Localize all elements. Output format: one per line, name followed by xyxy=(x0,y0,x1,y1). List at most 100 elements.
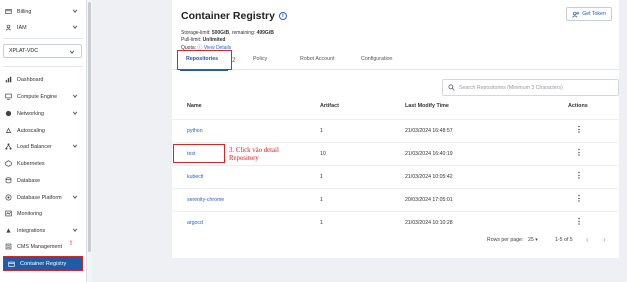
artifact-count: 1 xyxy=(320,220,323,226)
last-modify-time: 21/03/2024 16:48:57 xyxy=(405,128,453,134)
divider xyxy=(3,66,83,67)
chart-icon xyxy=(4,76,12,84)
database-platform-icon xyxy=(4,194,12,202)
database-icon xyxy=(4,177,12,185)
sidebar-item-label: Networking xyxy=(17,110,44,117)
autoscaling-icon xyxy=(4,127,12,135)
search-icon xyxy=(448,84,455,91)
sidebar-item-label: Kubernetes xyxy=(17,160,45,167)
project-select-value: XPLAT-VDC xyxy=(9,48,39,54)
get-token-button[interactable]: Get Token xyxy=(566,7,612,21)
get-token-label: Get Token xyxy=(582,11,606,17)
sidebar-item-label: Autoscaling xyxy=(17,127,45,134)
artifact-count: 1 xyxy=(320,197,323,203)
sidebar-item-kubernetes[interactable]: Kubernetes xyxy=(4,157,84,170)
main-panel: Container Registry i Storage-limit: 500G… xyxy=(172,0,619,258)
more-actions-icon[interactable]: ⋮ xyxy=(575,195,583,203)
remaining-label: , remaining: xyxy=(229,30,256,36)
pull-limit-label: Pull-limit: xyxy=(181,37,202,43)
sidebar-item-label: Integrations xyxy=(17,227,46,234)
repository-name-link[interactable]: argocd xyxy=(187,220,203,226)
more-actions-icon[interactable]: ⋮ xyxy=(575,126,583,134)
more-actions-icon[interactable]: ⋮ xyxy=(575,218,583,226)
storage-limit-text: Storage-limit: 500GiB, remaining: 499GiB xyxy=(181,30,274,36)
container-icon xyxy=(8,260,15,267)
repository-name-link[interactable]: serenity-chrome xyxy=(187,197,224,203)
rows-per-page-select[interactable]: 25 ▾ xyxy=(528,237,538,243)
sidebar-item-integrations[interactable]: Integrations xyxy=(4,224,84,237)
last-modify-time: 21/03/2024 10:05:42 xyxy=(405,174,453,180)
column-header-actions: Actions xyxy=(568,103,588,109)
app-window: Billing IAM XPLAT-VDC Dashboard Compute … xyxy=(0,0,627,282)
more-actions-icon[interactable]: ⋮ xyxy=(575,172,583,180)
repository-name-link[interactable]: kubectl xyxy=(187,174,203,180)
pull-limit-text: Pull-limit: Unlimited xyxy=(181,37,225,43)
repository-name-link[interactable]: python xyxy=(187,128,203,134)
table-row: python 1 21/03/2024 16:48:57 ⋮ xyxy=(172,119,619,142)
tab-configuration[interactable]: Configuration xyxy=(361,56,393,62)
last-modify-time: 20/03/2024 17:05:01 xyxy=(405,197,453,203)
annotation-step-3-line2: Repository xyxy=(229,154,259,162)
sidebar-item-load-balancer[interactable]: Load Balancer xyxy=(4,140,84,153)
annotation-step-3-line1: 3. Click vào detail xyxy=(229,147,279,154)
sidebar-item-iam[interactable]: IAM xyxy=(4,21,84,34)
page-title-text: Container Registry xyxy=(181,10,275,22)
monitoring-icon xyxy=(4,210,12,218)
sidebar-item-label: Monitoring xyxy=(17,210,43,217)
load-balancer-icon xyxy=(4,143,12,151)
sidebar-item-database[interactable]: Database xyxy=(4,174,84,187)
table-row: argocd 1 21/03/2024 10:10:28 ⋮ xyxy=(172,211,619,234)
last-modify-time: 21/03/2024 10:10:28 xyxy=(405,220,453,226)
chevron-down-icon xyxy=(72,25,78,29)
tab-robot-account[interactable]: Robot Account xyxy=(300,56,334,62)
sidebar-item-networking[interactable]: Networking xyxy=(4,107,84,120)
sidebar-item-label: Load Balancer xyxy=(17,143,52,150)
column-header-last-modify-time: Last Modify Time xyxy=(405,103,449,109)
sidebar-item-dashboard[interactable]: Dashboard xyxy=(4,73,84,86)
sidebar-item-label: IAM xyxy=(17,24,27,31)
chevron-down-icon xyxy=(72,9,78,13)
prev-page-icon[interactable]: ‹ xyxy=(586,235,589,244)
column-header-name: Name xyxy=(187,103,202,109)
sidebar-item-monitoring[interactable]: Monitoring xyxy=(4,207,84,220)
remaining-value: 499GiB xyxy=(256,30,274,36)
search-placeholder: Search Repositories (Minimum 3 Character… xyxy=(459,84,563,91)
chevron-down-icon xyxy=(72,195,78,199)
storage-limit-label: Storage-limit: xyxy=(181,30,211,36)
sidebar-item-container-registry[interactable]: Container Registry xyxy=(3,256,83,271)
chevron-down-icon xyxy=(69,50,75,54)
chevron-down-icon xyxy=(72,94,78,98)
artifact-count: 1 xyxy=(320,128,323,134)
integrations-icon xyxy=(4,227,12,235)
sidebar-item-autoscaling[interactable]: Autoscaling xyxy=(4,124,84,137)
sidebar-item-database-platform[interactable]: Database Platform xyxy=(4,191,84,204)
sidebar-item-compute-engine[interactable]: Compute Engine xyxy=(4,90,84,103)
annotation-step-3: 3. Click vào detail Repository xyxy=(229,147,309,162)
more-actions-icon[interactable]: ⋮ xyxy=(575,149,583,157)
annotation-highlight-repository xyxy=(173,144,225,163)
sidebar-item-label: Container Registry xyxy=(20,260,67,267)
sidebar-item-label: Database Platform xyxy=(17,194,62,201)
sidebar-item-label: Compute Engine xyxy=(17,93,58,100)
last-modify-time: 21/03/2024 16:40:19 xyxy=(405,151,453,157)
page-title: Container Registry i xyxy=(181,10,287,22)
sidebar-item-cms-management[interactable]: CMS Management ! xyxy=(4,240,84,253)
project-select[interactable]: XPLAT-VDC xyxy=(3,44,82,58)
storage-limit-value: 500GiB xyxy=(211,30,230,36)
sidebar-scrollbar-thumb[interactable] xyxy=(88,2,91,252)
alert-badge: ! xyxy=(70,241,72,247)
sidebar-item-billing[interactable]: Billing xyxy=(4,5,84,18)
artifact-count: 1 xyxy=(320,174,323,180)
column-header-artifact: Artifact xyxy=(320,103,339,109)
info-icon[interactable]: i xyxy=(278,12,287,20)
search-input[interactable]: Search Repositories (Minimum 3 Character… xyxy=(442,79,619,96)
annotation-step-2: 2 xyxy=(232,56,236,64)
next-page-icon[interactable]: › xyxy=(603,235,606,244)
artifact-count: 10 xyxy=(320,151,326,157)
tab-policy[interactable]: Policy xyxy=(253,56,267,62)
table-row: kubectl 1 21/03/2024 10:05:42 ⋮ xyxy=(172,165,619,188)
sidebar-item-label: Billing xyxy=(17,8,32,15)
annotation-highlight-tab xyxy=(177,50,232,70)
sidebar-item-label: Database xyxy=(17,177,41,184)
kubernetes-icon xyxy=(4,160,12,168)
